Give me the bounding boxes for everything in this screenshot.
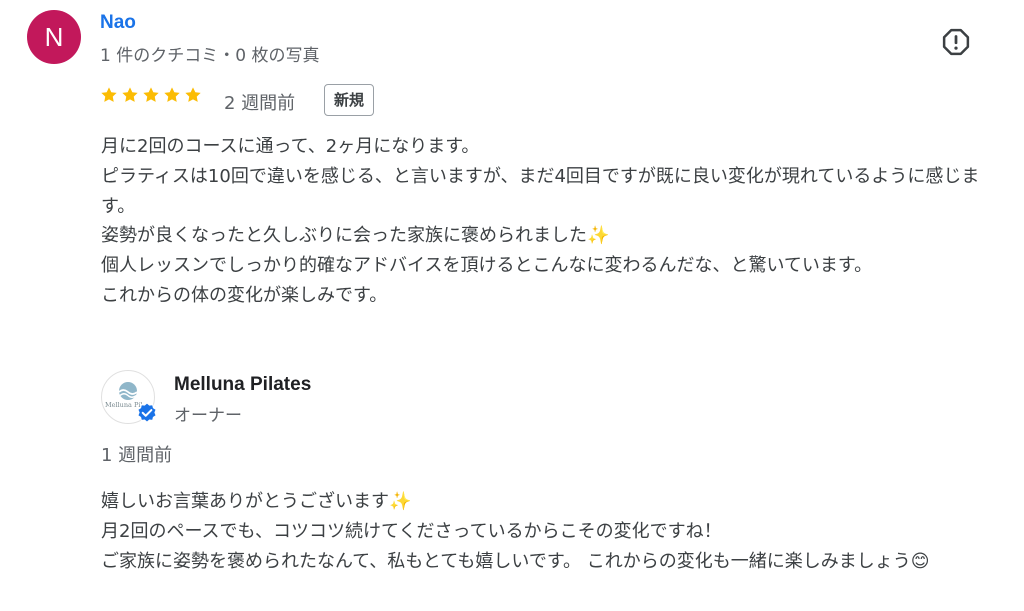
star-icon — [185, 87, 201, 102]
review-text: 月に2回のコースに通って、2ヶ月になります。 ピラティスは10回で違いを感じる、… — [101, 136, 980, 306]
review-card: N Nao 1 件のクチコミ・0 枚の写真 2 週間前 新規 月に2回のコースに… — [0, 0, 1024, 611]
report-button[interactable] — [936, 22, 976, 62]
star-icon — [164, 87, 180, 102]
report-flag-icon — [942, 28, 970, 56]
star-rating — [100, 86, 202, 104]
reviewer-avatar[interactable]: N — [27, 10, 81, 64]
reviewer-meta: 1 件のクチコミ・0 枚の写真 — [100, 46, 320, 66]
reviewer-name[interactable]: Nao — [100, 12, 136, 34]
avatar-letter: N — [44, 22, 64, 52]
owner-role: オーナー — [174, 406, 242, 426]
new-badge: 新規 — [324, 84, 375, 116]
owner-name[interactable]: Melluna Pilates — [174, 374, 311, 396]
reply-text: 嬉しいお言葉ありがとうございます✨ 月2回のペースでも、コツコツ続けてくださって… — [101, 491, 930, 572]
verified-badge-icon — [137, 402, 157, 423]
star-icon — [143, 87, 159, 102]
star-icon — [122, 87, 138, 102]
reply-date: 1 週間前 — [101, 445, 173, 466]
star-icon — [101, 87, 117, 102]
review-date: 2 週間前 — [224, 93, 296, 114]
